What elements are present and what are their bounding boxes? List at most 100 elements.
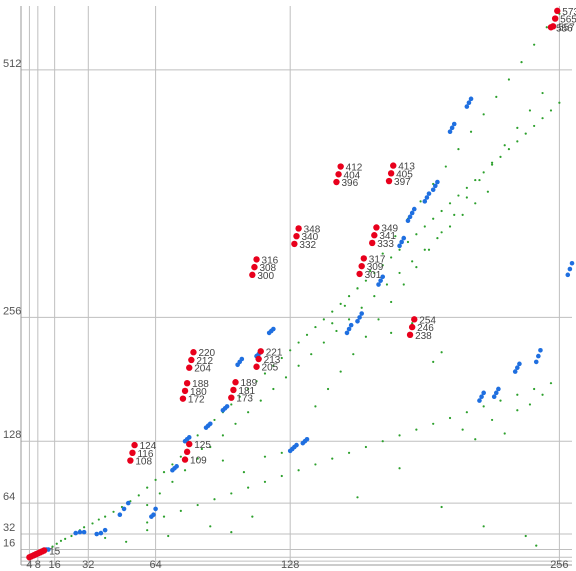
x-tick-label: 32 <box>82 559 94 571</box>
red-point <box>253 256 260 263</box>
red-point <box>228 394 235 401</box>
green-point <box>465 411 468 414</box>
green-point <box>167 534 170 538</box>
red-point <box>255 355 262 363</box>
blue-point <box>451 121 457 127</box>
blue-point <box>73 530 78 536</box>
green-point <box>436 237 439 240</box>
blue-point <box>464 104 470 109</box>
green-point <box>377 318 380 321</box>
blue-point <box>517 361 522 367</box>
scatter-chart: 4 8 16 32 64 128 256163264128256512 1510811612… <box>0 0 576 571</box>
red-point <box>257 348 264 355</box>
blue-point <box>466 100 472 106</box>
green-point <box>440 351 443 354</box>
green-point <box>390 331 393 334</box>
green-point <box>373 295 376 298</box>
green-point <box>448 202 452 205</box>
data-label: 109 <box>190 456 207 467</box>
green-point <box>70 534 73 538</box>
green-point <box>305 333 309 336</box>
green-point <box>347 295 351 298</box>
green-point <box>461 213 464 216</box>
blue-point <box>533 359 539 365</box>
blue-point <box>98 530 104 536</box>
blue-point <box>207 421 213 427</box>
green-point <box>234 422 237 425</box>
red-point <box>356 270 363 278</box>
green-point <box>230 403 233 406</box>
green-point <box>247 411 250 414</box>
blue-point <box>422 199 428 204</box>
blue-point <box>512 369 518 374</box>
green-point <box>331 322 334 325</box>
blue-point <box>121 506 127 512</box>
red-point <box>335 171 342 178</box>
green-point <box>461 428 464 431</box>
green-point <box>507 148 511 151</box>
red-point <box>26 554 33 561</box>
green-point <box>146 521 149 524</box>
green-point <box>499 399 502 402</box>
y-tick-label: 16 <box>3 538 15 550</box>
blue-point <box>433 183 438 189</box>
red-point <box>181 387 189 395</box>
data-label: 413 <box>398 162 415 173</box>
green-point <box>482 171 485 174</box>
green-point <box>297 469 300 472</box>
green-point <box>503 144 506 147</box>
green-point <box>82 526 86 529</box>
blue-point <box>468 96 474 102</box>
green-point <box>335 329 338 333</box>
red-point <box>251 263 258 271</box>
green-point <box>297 341 300 344</box>
green-point <box>146 529 149 532</box>
green-point <box>440 209 443 213</box>
green-point <box>137 494 140 497</box>
green-point <box>423 225 426 228</box>
blue-point <box>346 326 352 332</box>
green-point <box>465 186 468 189</box>
green-point <box>549 109 553 112</box>
green-point <box>104 515 107 518</box>
green-point <box>171 480 174 483</box>
green-point <box>179 509 182 512</box>
green-point <box>347 451 351 454</box>
green-point <box>432 217 435 220</box>
green-point <box>59 539 63 542</box>
red-point <box>253 363 260 370</box>
x-tick-label: 256 <box>550 559 568 571</box>
green-point <box>272 387 275 391</box>
green-point <box>533 124 536 128</box>
green-point <box>230 492 233 495</box>
green-point <box>347 318 351 321</box>
green-point <box>104 536 107 540</box>
green-point <box>486 190 489 193</box>
red-point <box>129 449 136 457</box>
blue-point <box>304 436 310 442</box>
blue-point <box>536 353 541 359</box>
blue-point <box>401 235 407 241</box>
data-label: 125 <box>194 440 211 451</box>
green-point <box>440 505 443 509</box>
x-tick-label: 16 <box>49 559 61 571</box>
green-point <box>545 26 548 29</box>
green-point <box>482 113 485 116</box>
data-label: 15 <box>49 546 61 557</box>
data-label: 348 <box>304 224 321 235</box>
blue-point <box>359 311 364 316</box>
green-point <box>179 455 182 458</box>
red-point <box>291 240 298 248</box>
green-point <box>474 202 477 205</box>
green-point <box>432 422 435 425</box>
green-point <box>356 287 359 290</box>
y-tick-label: 128 <box>3 429 21 441</box>
blue-point <box>479 394 484 400</box>
red-point <box>183 448 191 456</box>
blue-point <box>239 356 245 362</box>
y-tick-label: 512 <box>3 58 21 70</box>
blue-point <box>94 531 100 537</box>
blue-point <box>397 243 402 249</box>
green-point <box>297 364 300 367</box>
green-point <box>314 405 317 408</box>
